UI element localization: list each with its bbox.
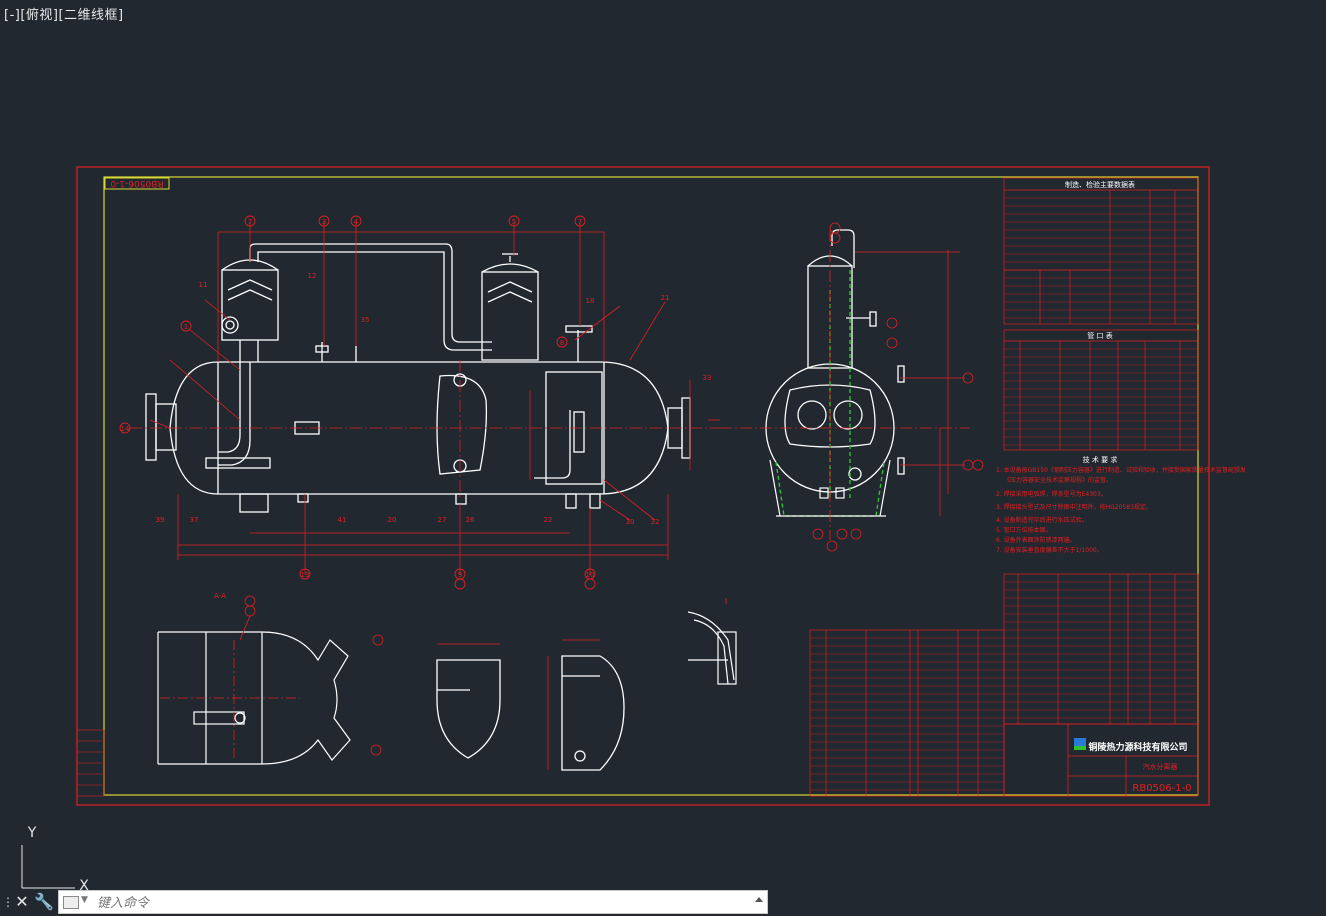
callout-label: 32: [651, 518, 660, 526]
cad-drawing: RB0506-1-0 7 3 4 5 7 1 14 13 9 10 8 21 3…: [21, 166, 1246, 894]
tech-req-line: 7. 设备安装垂直度偏差不大于1/1000。: [996, 546, 1103, 554]
ucs-icon: [21, 845, 75, 889]
callout-label: 10: [586, 571, 595, 579]
callout-label: 1: [184, 323, 188, 331]
company-name: 铜陵热力源科技有限公司: [1088, 741, 1187, 753]
callout-label: 20: [388, 516, 397, 524]
callout-label: 7: [578, 218, 582, 226]
callout-label: 4: [354, 218, 359, 226]
scroll-up-icon[interactable]: [755, 897, 763, 902]
callout-label: 39: [156, 516, 165, 524]
ucs-y-label: Y: [27, 825, 37, 841]
revision-block: [76, 729, 105, 797]
drawing-title: 汽水分离器: [1143, 762, 1178, 771]
callout-label: 33: [703, 374, 712, 382]
callout-label: 8: [560, 339, 564, 347]
nozzle-table-title: 管 口 表: [1087, 331, 1112, 340]
command-bar: ⋮ ✕ 🔧 ▼: [0, 888, 770, 916]
callout-label: 13: [301, 571, 310, 579]
tech-req-title: 技 术 要 求: [1083, 455, 1118, 464]
callout-label: 11: [199, 281, 208, 289]
callout-label: 26: [466, 516, 475, 524]
callout-label: 3: [322, 218, 326, 226]
nozzle-table-rows: [1004, 348, 1198, 446]
callout-label: 7: [248, 218, 252, 226]
tech-req-line: 5. 管口方位按本图。: [996, 526, 1052, 534]
main-elevation: [145, 243, 691, 513]
detail-label: I: [725, 597, 727, 606]
callout-label: 12: [308, 272, 317, 280]
tech-req-line: 6. 设备外表面涂防锈漆两遍。: [996, 536, 1076, 544]
callout-label: 5: [512, 218, 516, 226]
tech-table-rows: [1004, 197, 1198, 319]
callout-label: 14: [121, 425, 130, 433]
callout-label: 9: [458, 571, 462, 579]
tech-req-line: 《压力容器安全技术监察规程》的监督。: [1004, 476, 1112, 484]
tech-req-line: 2. 焊接采用电弧焊，焊条型号为E4303。: [996, 490, 1107, 498]
callout-label: 41: [338, 516, 347, 524]
tech-req-line: 1. 本设备按GB150《钢制压力容器》进行制造、试验和验收，并接受国家质量技术…: [996, 466, 1246, 474]
side-view: [765, 229, 905, 493]
callout-label: 22: [544, 516, 553, 524]
callout-label: 37: [190, 516, 199, 524]
callout-label: 30: [626, 518, 635, 526]
chevron-down-icon[interactable]: ▼: [81, 895, 88, 905]
close-icon[interactable]: ✕: [12, 892, 32, 912]
tech-req-line: 4. 设备制造完毕后进行水压试验。: [996, 516, 1088, 524]
command-input-wrap: ▼: [58, 890, 768, 914]
command-bar-grip[interactable]: ⋮: [2, 892, 14, 912]
section-label: A-A: [214, 592, 226, 600]
drawing-number: RB0506-1-0: [1132, 783, 1191, 794]
callout-label: 18: [586, 297, 595, 305]
baffle-details: [436, 655, 625, 771]
callout-label: 27: [438, 516, 447, 524]
tech-req-line: 3. 焊接接头型式及尺寸除图中注明外，按HG20583规定。: [996, 503, 1152, 511]
outer-frame: [76, 166, 1210, 806]
callout-label: 35: [361, 316, 370, 324]
detail-i: [687, 611, 737, 685]
tech-req-lines: 1. 本设备按GB150《钢制压力容器》进行制造、试验和验收，并接受国家质量技术…: [996, 466, 1246, 554]
callout-label: 21: [661, 294, 670, 302]
drawing-number-mirrored: RB0506-1-0: [110, 178, 164, 188]
nozzle-table: [1003, 329, 1199, 451]
wrench-icon[interactable]: 🔧: [34, 892, 54, 912]
command-prompt-icon[interactable]: [63, 896, 79, 909]
command-input[interactable]: [95, 892, 759, 914]
tech-table-title: 制造、检验主要数据表: [1065, 180, 1135, 189]
